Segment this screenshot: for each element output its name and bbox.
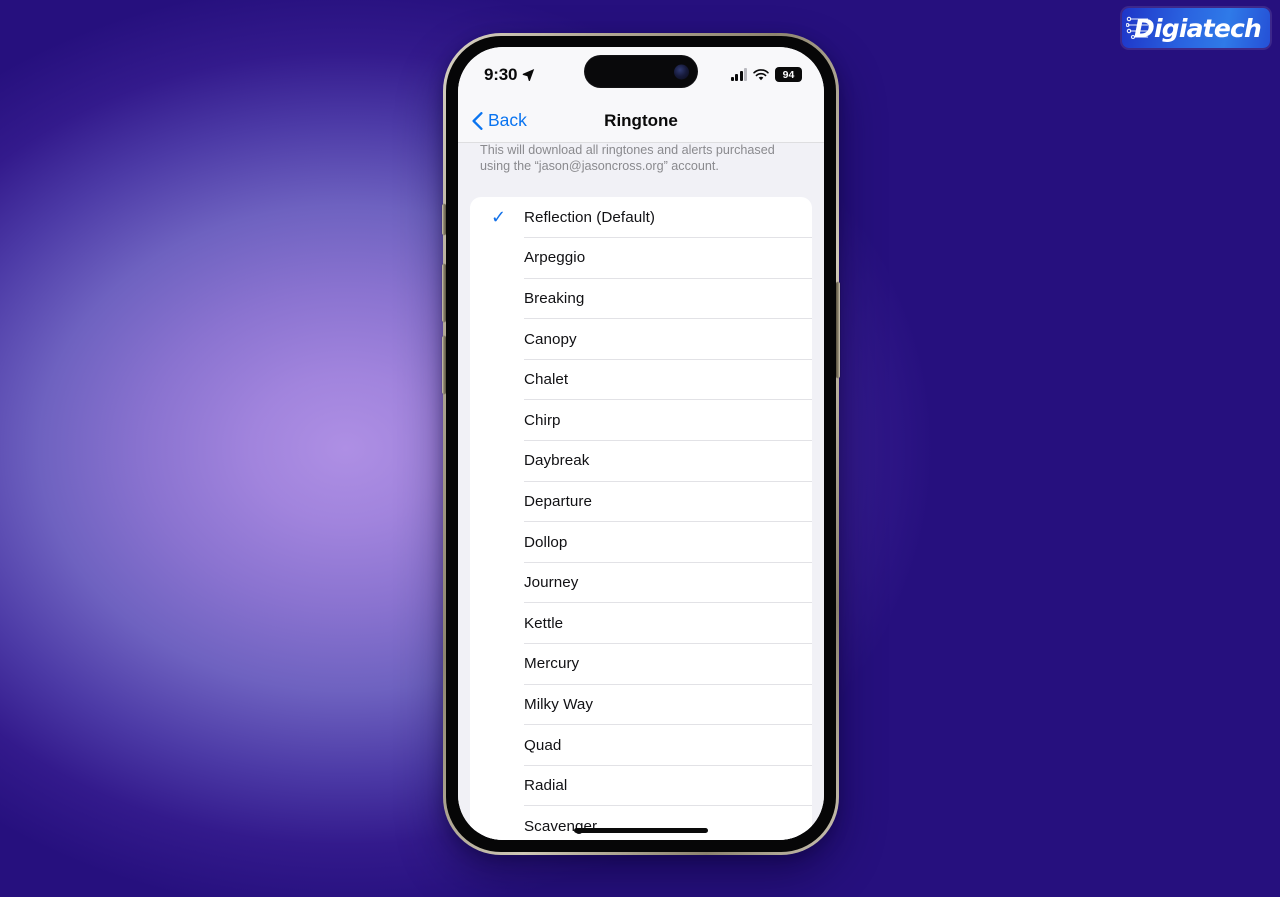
- ringtone-label: Journey: [524, 574, 579, 592]
- ringtone-label: Quad: [524, 736, 562, 754]
- digiatech-logo: Digiatech: [1122, 8, 1270, 48]
- ringtone-label: Chalet: [524, 371, 569, 389]
- screenshot-stage: Digiatech 9:30 94 Back Ringtone This wil…: [0, 0, 1280, 897]
- ringtone-label: Canopy: [524, 330, 577, 348]
- status-bar-right: 94: [730, 64, 802, 82]
- ringtone-row[interactable]: Radial: [470, 765, 812, 806]
- ringtone-label: Radial: [524, 777, 568, 795]
- dynamic-island[interactable]: [584, 55, 698, 88]
- cellular-signal-icon: [730, 67, 747, 81]
- settings-scroll-view[interactable]: This will download all ringtones and ale…: [458, 143, 824, 840]
- ringtone-row[interactable]: Milky Way: [470, 684, 812, 725]
- chevron-left-icon: [472, 111, 483, 130]
- home-indicator[interactable]: [574, 828, 708, 833]
- ringtone-label: Departure: [524, 492, 592, 510]
- volume-up-button[interactable]: [442, 264, 446, 322]
- ringtone-list: ✓ Reflection (Default) Arpeggio Breaking Can…: [470, 197, 812, 840]
- back-button[interactable]: Back: [472, 110, 527, 131]
- ringtone-label: Dollop: [524, 533, 568, 551]
- ringtone-row[interactable]: Dollop: [470, 522, 812, 563]
- navigation-bar: Back Ringtone: [458, 99, 824, 143]
- ringtone-label: Chirp: [524, 411, 561, 429]
- silent-switch[interactable]: [442, 204, 446, 235]
- ringtone-row[interactable]: Canopy: [470, 319, 812, 360]
- ringtone-row[interactable]: Breaking: [470, 278, 812, 319]
- ringtone-row[interactable]: Daybreak: [470, 441, 812, 482]
- phone-bezel: 9:30 94 Back Ringtone This will download…: [442, 36, 840, 852]
- ringtone-label: Daybreak: [524, 452, 590, 470]
- download-info-text: This will download all ringtones and ale…: [480, 143, 775, 173]
- wifi-icon: [753, 69, 769, 81]
- ringtone-row[interactable]: Scavenger: [470, 806, 812, 840]
- battery-icon: 94: [775, 67, 802, 82]
- ringtone-row[interactable]: ✓ Reflection (Default): [470, 197, 812, 238]
- battery-percent: 94: [782, 68, 795, 81]
- ringtone-label: Breaking: [524, 289, 585, 307]
- ringtone-row[interactable]: Chirp: [470, 400, 812, 441]
- volume-down-button[interactable]: [442, 336, 446, 394]
- ringtone-row[interactable]: Mercury: [470, 644, 812, 685]
- ringtone-row[interactable]: Arpeggio: [470, 238, 812, 279]
- ringtone-label: Kettle: [524, 614, 564, 632]
- ringtone-label: Mercury: [524, 655, 580, 673]
- phone-screen: 9:30 94 Back Ringtone This will download…: [458, 47, 824, 840]
- back-button-label: Back: [488, 110, 527, 130]
- status-bar-time: 9:30: [484, 64, 518, 84]
- ringtone-row[interactable]: Kettle: [470, 603, 812, 644]
- ringtone-label: Reflection (Default): [524, 208, 655, 226]
- checkmark-icon: ✓: [491, 207, 507, 228]
- ringtone-label: Milky Way: [524, 695, 594, 713]
- iphone-device: 9:30 94 Back Ringtone This will download…: [442, 33, 840, 855]
- status-bar: 9:30 94: [458, 47, 824, 99]
- logo-wordmark: Digiatech: [1134, 13, 1262, 43]
- front-camera-icon: [674, 64, 689, 79]
- ringtone-row[interactable]: Departure: [470, 481, 812, 522]
- ringtone-row[interactable]: Quad: [470, 725, 812, 766]
- ringtone-label: Arpeggio: [524, 249, 586, 267]
- status-bar-left: 9:30: [484, 62, 535, 85]
- location-arrow-icon: [522, 68, 535, 81]
- ringtone-row[interactable]: Journey: [470, 562, 812, 603]
- ringtone-row[interactable]: Chalet: [470, 359, 812, 400]
- power-button[interactable]: [836, 282, 840, 378]
